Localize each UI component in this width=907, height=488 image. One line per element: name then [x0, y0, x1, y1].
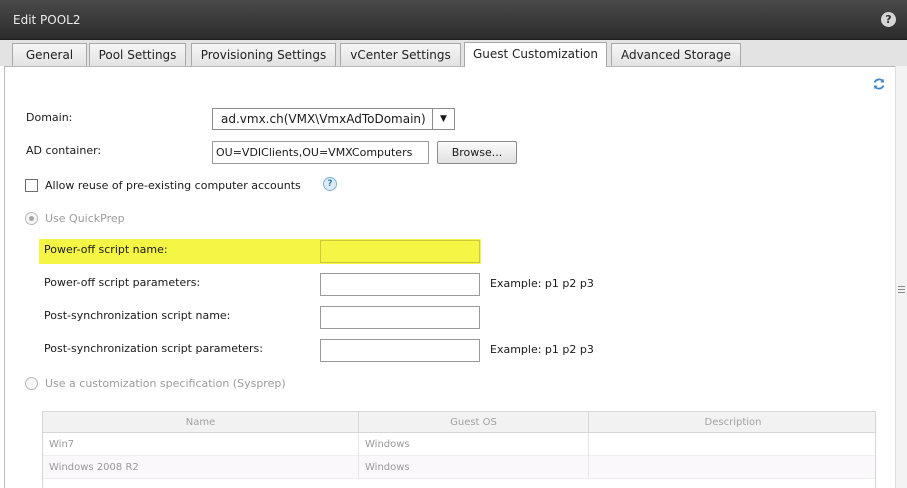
poweroff-script-name-label: Power-off script name:: [44, 243, 168, 256]
allow-reuse-label: Allow reuse of pre-existing computer acc…: [45, 179, 301, 192]
cell-guest-os: Windows: [359, 433, 589, 456]
postsync-script-name-input[interactable]: [320, 306, 480, 329]
scrollbar-grip[interactable]: [898, 286, 905, 294]
cell-name: Windows 2008 R2: [43, 456, 359, 479]
dialog-titlebar: Edit POOL2 ?: [0, 0, 907, 40]
poweroff-script-params-label: Power-off script parameters:: [44, 276, 201, 289]
ad-container-input[interactable]: [212, 141, 429, 164]
chevron-down-icon[interactable]: ▼: [432, 109, 454, 129]
tab-guest-customization[interactable]: Guest Customization: [464, 42, 607, 67]
cell-description: [589, 433, 875, 456]
table-row[interactable]: Win7 Windows: [43, 433, 875, 456]
quickprep-radio[interactable]: [25, 212, 38, 225]
tab-general[interactable]: General: [12, 43, 87, 66]
tab-bar: General Pool Settings Provisioning Setti…: [0, 40, 907, 67]
cell-name: Win7: [43, 433, 359, 456]
quickprep-label: Use QuickPrep: [45, 212, 125, 225]
tab-provisioning-settings[interactable]: Provisioning Settings: [191, 43, 336, 66]
help-icon[interactable]: ?: [881, 12, 896, 27]
column-header-guest-os[interactable]: Guest OS: [359, 412, 589, 433]
browse-button[interactable]: Browse...: [437, 141, 517, 164]
info-icon[interactable]: ?: [323, 177, 337, 191]
poweroff-example: Example: p1 p2 p3: [490, 277, 594, 290]
ad-container-label: AD container:: [26, 144, 102, 157]
domain-select[interactable]: ad.vmx.ch(VMX\VmxAdToDomain) ▼: [212, 108, 455, 130]
cell-guest-os: Windows: [359, 456, 589, 479]
tab-advanced-storage[interactable]: Advanced Storage: [611, 43, 741, 66]
table-row[interactable]: Windows 2008 R2 Windows: [43, 456, 875, 479]
column-header-description[interactable]: Description: [589, 412, 875, 433]
poweroff-script-params-input[interactable]: [320, 273, 480, 296]
domain-select-value: ad.vmx.ch(VMX\VmxAdToDomain): [221, 112, 426, 126]
tab-pool-settings[interactable]: Pool Settings: [89, 43, 186, 66]
table-header: Name Guest OS Description: [43, 412, 875, 433]
domain-label: Domain:: [26, 111, 73, 124]
vertical-scrollbar[interactable]: [895, 66, 907, 488]
sysprep-radio[interactable]: [25, 377, 38, 390]
tab-vcenter-settings[interactable]: vCenter Settings: [340, 43, 461, 66]
column-header-name[interactable]: Name: [43, 412, 359, 433]
postsync-script-params-input[interactable]: [320, 339, 480, 362]
refresh-icon[interactable]: [872, 77, 886, 91]
customization-spec-table: Name Guest OS Description Win7 Windows W…: [42, 411, 876, 488]
postsync-script-params-label: Post-synchronization script parameters:: [44, 342, 263, 355]
radio-selected-dot: [29, 216, 34, 221]
postsync-example: Example: p1 p2 p3: [490, 343, 594, 356]
cell-description: [589, 456, 875, 479]
sysprep-label: Use a customization specification (Syspr…: [45, 377, 286, 390]
poweroff-script-name-input[interactable]: [320, 240, 480, 263]
dialog-title: Edit POOL2: [13, 13, 81, 27]
allow-reuse-checkbox[interactable]: [25, 179, 38, 192]
postsync-script-name-label: Post-synchronization script name:: [44, 309, 231, 322]
